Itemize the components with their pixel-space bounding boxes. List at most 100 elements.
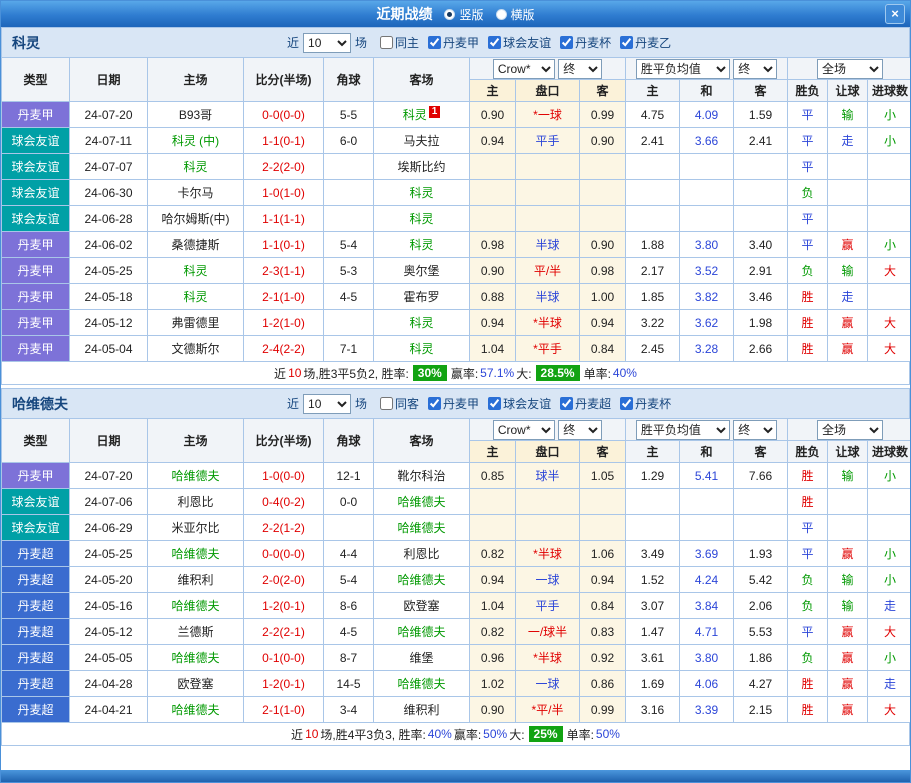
league-cell: 丹麦甲 [2, 463, 70, 489]
away-team-cell: 哈维德夫 [374, 619, 470, 645]
checkbox-input[interactable] [560, 36, 573, 49]
asian-home-odds-cell [470, 154, 516, 180]
checkbox-input[interactable] [380, 36, 393, 49]
checkbox-input[interactable] [428, 397, 441, 410]
handicap-result-cell: 输 [828, 102, 868, 128]
corners-cell: 4-5 [324, 284, 374, 310]
subcol-euro-draw: 和 [680, 80, 734, 102]
filter-checkbox-丹麦杯[interactable]: 丹麦杯 [620, 395, 671, 412]
home-team-cell: 哈维德夫 [148, 593, 244, 619]
goals-result-cell [868, 206, 911, 232]
euro-home-odds-cell [626, 489, 680, 515]
filter-checkbox-同客[interactable]: 同客 [380, 395, 419, 412]
filter-checkbox-丹麦甲[interactable]: 丹麦甲 [428, 34, 479, 51]
filter-checkbox-丹麦甲[interactable]: 丹麦甲 [428, 395, 479, 412]
handicap-result-cell: 输 [828, 463, 868, 489]
summary-text: 场,胜4平3负3, 胜率: [320, 726, 425, 743]
euro-draw-odds-cell: 3.80 [680, 232, 734, 258]
final-odds-select-2[interactable]: 终 [733, 59, 777, 79]
recent-count-select[interactable]: 10 [303, 394, 351, 414]
subcol-euro-home: 主 [626, 441, 680, 463]
layout-radio-horizontal[interactable]: 横版 [496, 6, 535, 23]
result-cell: 胜 [788, 463, 828, 489]
asian-handicap-cell: 平/半 [516, 258, 580, 284]
close-icon[interactable]: × [885, 4, 905, 24]
home-team-cell: 哈尔姆斯(中) [148, 206, 244, 232]
euro-home-odds-cell [626, 206, 680, 232]
euro-draw-odds-cell: 3.39 [680, 697, 734, 723]
checkbox-label: 同主 [395, 34, 419, 51]
summary-text: 大: [509, 726, 524, 743]
asian-home-odds-cell: 1.04 [470, 336, 516, 362]
matches-tbody: 丹麦甲24-07-20B93哥0-0(0-0)5-5科灵10.90*一球0.99… [2, 102, 911, 362]
filter-checkbox-同主[interactable]: 同主 [380, 34, 419, 51]
goals-result-cell: 小 [868, 541, 911, 567]
asian-handicap-cell [516, 154, 580, 180]
final-odds-select[interactable]: 终 [558, 420, 602, 440]
asian-handicap-cell: 一球 [516, 567, 580, 593]
league-cell: 丹麦超 [2, 541, 70, 567]
europe-odds-select[interactable]: 胜平负均值 [636, 59, 730, 79]
date-cell: 24-05-20 [70, 567, 148, 593]
bookmaker-select[interactable]: Crow* [493, 420, 555, 440]
score-cell: 2-4(2-2) [244, 336, 324, 362]
scope-select[interactable]: 全场 [817, 420, 883, 440]
layout-radio-vertical[interactable]: 竖版 [444, 6, 483, 23]
away-team-cell: 科灵 [374, 310, 470, 336]
asian-handicap-cell [516, 206, 580, 232]
handicap-result-cell: 走 [828, 284, 868, 310]
filter-checkbox-球会友谊[interactable]: 球会友谊 [488, 395, 551, 412]
europe-odds-select[interactable]: 胜平负均值 [636, 420, 730, 440]
bookmaker-select[interactable]: Crow* [493, 59, 555, 79]
goals-result-cell: 大 [868, 258, 911, 284]
final-odds-select[interactable]: 终 [558, 59, 602, 79]
filter-checkbox-丹麦乙[interactable]: 丹麦乙 [620, 34, 671, 51]
asian-away-odds-cell [580, 154, 626, 180]
euro-draw-odds-cell: 3.28 [680, 336, 734, 362]
corners-cell: 5-4 [324, 232, 374, 258]
league-cell: 丹麦甲 [2, 284, 70, 310]
score-cell: 1-2(0-1) [244, 593, 324, 619]
date-cell: 24-05-12 [70, 619, 148, 645]
scope-select[interactable]: 全场 [817, 59, 883, 79]
checkbox-input[interactable] [488, 36, 501, 49]
final-odds-select-2[interactable]: 终 [733, 420, 777, 440]
goals-result-cell: 小 [868, 128, 911, 154]
asian-home-odds-cell: 0.94 [470, 128, 516, 154]
goals-result-cell: 小 [868, 463, 911, 489]
radio-unselected-icon [496, 9, 507, 20]
filter-checkbox-丹麦超[interactable]: 丹麦超 [560, 395, 611, 412]
checkbox-input[interactable] [620, 36, 633, 49]
away-team-cell: 科灵1 [374, 102, 470, 128]
goals-result-cell: 大 [868, 619, 911, 645]
subcol-asian-home: 主 [470, 441, 516, 463]
col-header-score: 比分(半场) [244, 58, 324, 102]
recent-count-select[interactable]: 10 [303, 33, 351, 53]
league-cell: 丹麦超 [2, 593, 70, 619]
checkbox-label: 球会友谊 [503, 395, 551, 412]
checkbox-input[interactable] [380, 397, 393, 410]
euro-home-odds-cell: 3.61 [626, 645, 680, 671]
asian-away-odds-cell: 0.84 [580, 593, 626, 619]
checkbox-input[interactable] [428, 36, 441, 49]
home-team-cell: 利恩比 [148, 489, 244, 515]
score-cell: 1-1(1-1) [244, 206, 324, 232]
corners-cell: 8-6 [324, 593, 374, 619]
result-cell: 负 [788, 258, 828, 284]
filter-checkbox-丹麦杯[interactable]: 丹麦杯 [560, 34, 611, 51]
goals-result-cell [868, 515, 911, 541]
filter-checkbox-球会友谊[interactable]: 球会友谊 [488, 34, 551, 51]
subcol-handicap-result: 让球 [828, 441, 868, 463]
subcol-goals: 进球数 [868, 441, 911, 463]
euro-away-odds-cell: 5.42 [734, 567, 788, 593]
result-cell: 平 [788, 541, 828, 567]
asian-home-odds-cell [470, 180, 516, 206]
checkbox-input[interactable] [488, 397, 501, 410]
subcol-euro-draw: 和 [680, 441, 734, 463]
checkbox-input[interactable] [560, 397, 573, 410]
league-cell: 丹麦超 [2, 645, 70, 671]
euro-home-odds-cell: 1.88 [626, 232, 680, 258]
handicap-result-cell [828, 180, 868, 206]
checkbox-input[interactable] [620, 397, 633, 410]
result-cell: 平 [788, 232, 828, 258]
